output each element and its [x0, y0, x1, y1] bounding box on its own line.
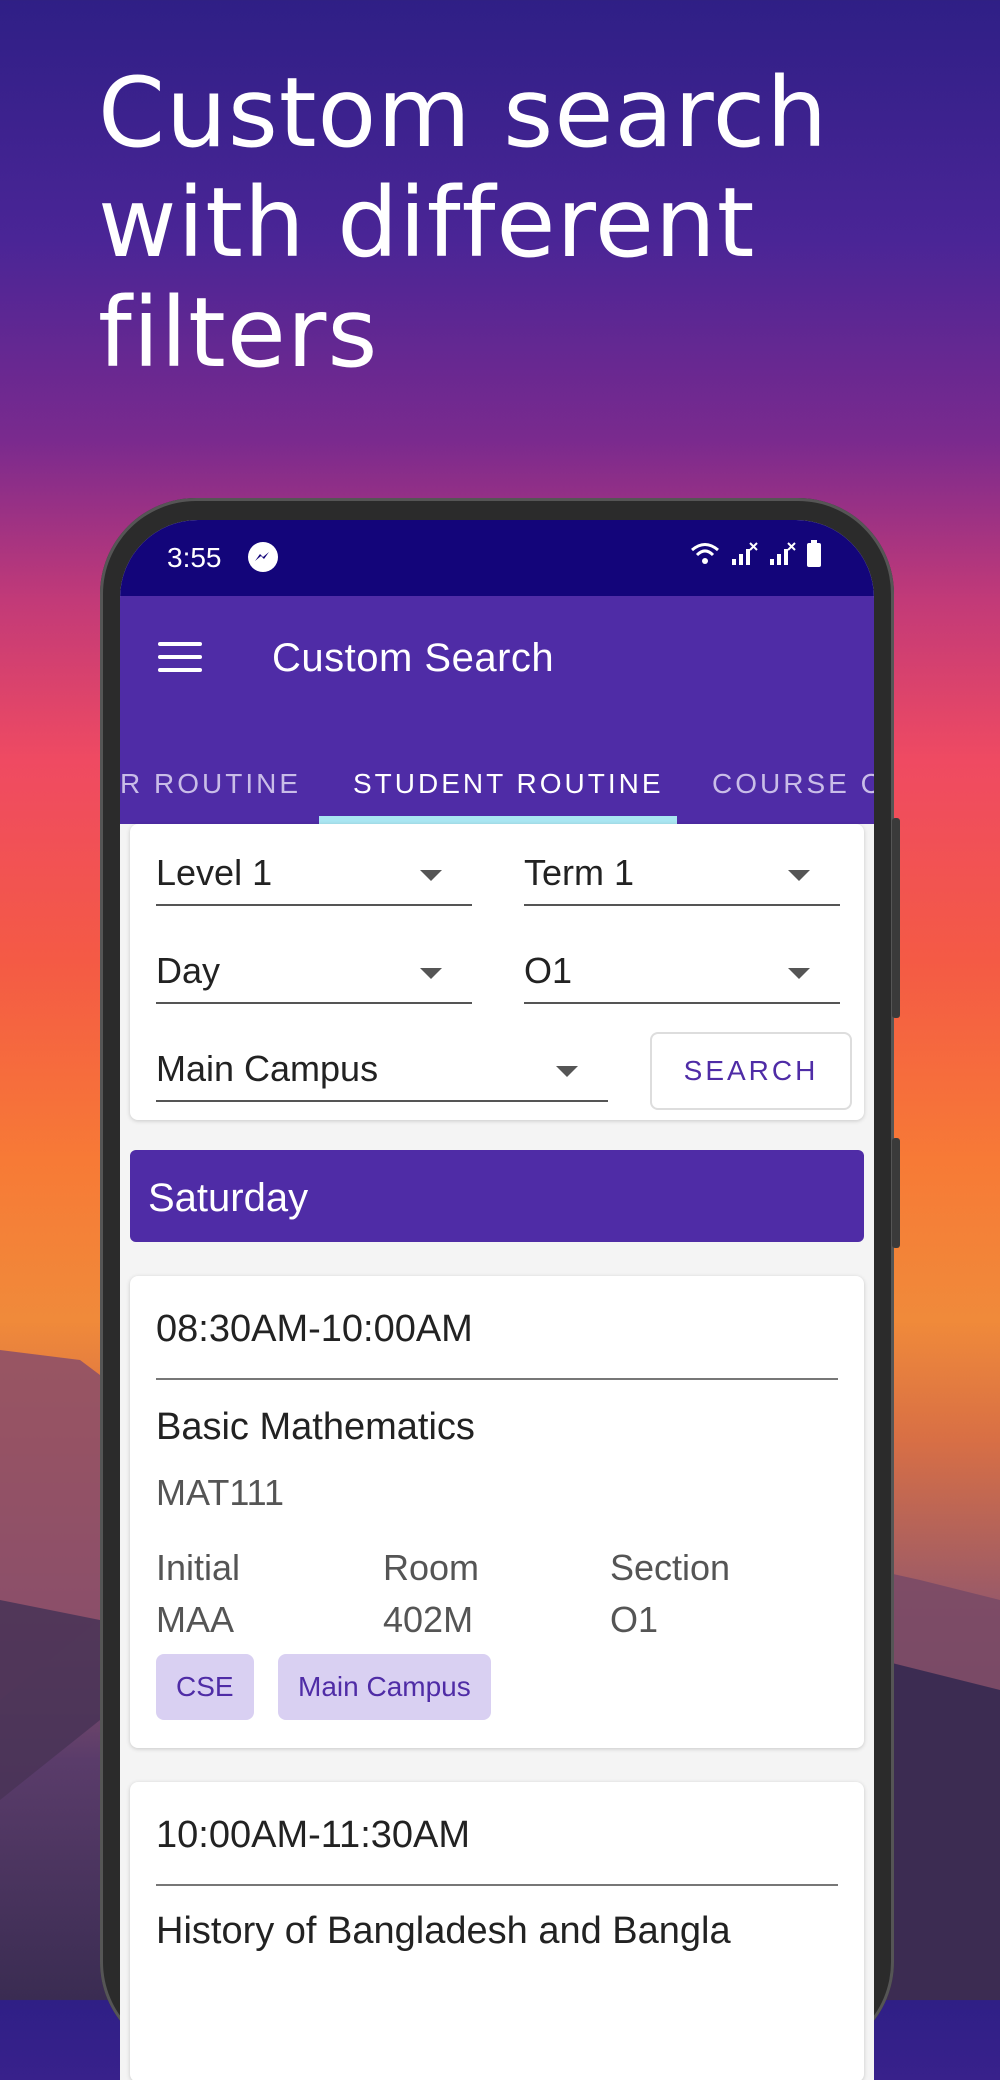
signal-icon [732, 542, 758, 565]
divider [156, 1378, 838, 1380]
tab-student-routine[interactable]: STUDENT ROUTINE [353, 768, 664, 800]
level-select[interactable]: Level 1 [156, 844, 472, 906]
wifi-icon [691, 543, 719, 564]
section-block: Section O1 [610, 1542, 730, 1646]
day-select[interactable]: Day [156, 942, 472, 1004]
power-button [892, 1138, 900, 1248]
course-title: Basic Mathematics [156, 1406, 475, 1448]
phone-frame: 3:55 Custom Search R ROUTINE STUDENT ROU… [100, 498, 900, 2080]
campus-value: Main Campus [156, 1048, 379, 1089]
menu-icon[interactable] [158, 642, 202, 678]
tab-bar: R ROUTINE STUDENT ROUTINE COURSE CO [120, 736, 874, 824]
chevron-down-icon [556, 1066, 578, 1077]
page-title: Custom Search [272, 636, 555, 680]
initial-value: MAA [156, 1599, 235, 1640]
initial-block: Initial MAA [156, 1542, 240, 1646]
class-card[interactable]: 08:30AM-10:00AM Basic Mathematics MAT111… [130, 1276, 864, 1748]
chevron-down-icon [420, 870, 442, 881]
room-label: Room [383, 1547, 480, 1588]
chevron-down-icon [788, 968, 810, 979]
course-code: MAT111 [156, 1472, 285, 1513]
class-time: 08:30AM-10:00AM [156, 1308, 473, 1350]
course-title: History of Bangladesh and Bangla [156, 1910, 731, 1952]
section-select[interactable]: O1 [524, 942, 840, 1004]
tab-indicator [319, 816, 677, 824]
phone-screen: 3:55 Custom Search R ROUTINE STUDENT ROU… [120, 520, 874, 2080]
campus-chip[interactable]: Main Campus [278, 1654, 491, 1720]
filter-card: Level 1 Term 1 Day O1 Main Campus SEARCH [130, 824, 864, 1120]
chevron-down-icon [788, 870, 810, 881]
term-value: Term 1 [524, 852, 635, 893]
room-value: 402M [383, 1599, 474, 1640]
section-value: O1 [524, 950, 573, 991]
content: Level 1 Term 1 Day O1 Main Campus SEARCH… [130, 824, 864, 2080]
section-value: O1 [610, 1599, 659, 1640]
term-select[interactable]: Term 1 [524, 844, 840, 906]
day-value: Day [156, 950, 221, 991]
messenger-icon [248, 542, 278, 572]
initial-label: Initial [156, 1547, 241, 1588]
level-value: Level 1 [156, 852, 273, 893]
tab-teacher-routine[interactable]: R ROUTINE [120, 768, 301, 800]
divider [156, 1884, 838, 1886]
headline: Custom search with different filters [98, 57, 829, 389]
status-time: 3:55 [167, 542, 222, 573]
signal-icon [770, 542, 796, 565]
class-card[interactable]: 10:00AM-11:30AM History of Bangladesh an… [130, 1782, 864, 2080]
search-button[interactable]: SEARCH [650, 1032, 852, 1110]
section-label: Section [610, 1547, 731, 1588]
tab-course[interactable]: COURSE CO [712, 768, 874, 800]
chevron-down-icon [420, 968, 442, 979]
day-header: Saturday [130, 1150, 864, 1242]
app-bar: Custom Search R ROUTINE STUDENT ROUTINE … [120, 596, 874, 824]
campus-select[interactable]: Main Campus [156, 1040, 608, 1102]
department-chip[interactable]: CSE [156, 1654, 254, 1720]
battery-icon [807, 540, 821, 567]
volume-button [892, 818, 900, 1018]
class-time: 10:00AM-11:30AM [156, 1814, 471, 1856]
room-block: Room 402M [383, 1542, 479, 1646]
status-bar: 3:55 [120, 520, 874, 596]
